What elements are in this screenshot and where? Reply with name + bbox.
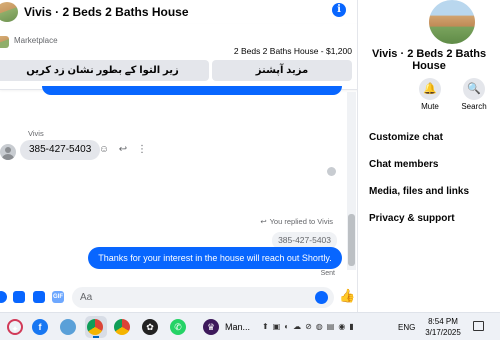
chat-title[interactable]: Vivis · 2 Beds 2 Baths House — [24, 5, 189, 19]
previous-message-bubble — [42, 86, 342, 95]
menu-customize-chat[interactable]: Customize chat — [369, 132, 443, 143]
chrome-icon[interactable] — [114, 319, 130, 335]
bell-icon: 🔔 — [419, 78, 441, 100]
message-actions: ☺ ↩ ⋮ — [98, 144, 148, 155]
search-icon: 🔍 — [463, 78, 485, 100]
app-icon[interactable]: ✦ — [7, 319, 23, 335]
gif-icon[interactable]: GIF — [52, 291, 64, 303]
premier-league-icon[interactable]: ♛ — [203, 319, 219, 335]
message-composer: GIF Aa 👍 — [0, 284, 357, 310]
taskbar-app-label[interactable]: Man... — [225, 322, 250, 332]
message-status: Sent — [320, 270, 335, 277]
scrollbar-thumb[interactable] — [348, 214, 355, 266]
clock[interactable]: 8:54 PM 3/17/2025 — [422, 316, 464, 338]
conversation-name: Vivis · 2 Beds 2 Baths House — [371, 48, 487, 72]
react-icon[interactable]: ☺ — [98, 144, 110, 155]
conversation-photo[interactable] — [429, 0, 475, 44]
mute-label: Mute — [421, 102, 439, 111]
messenger-window: Vivis · 2 Beds 2 Baths House i Marketpla… — [0, 0, 500, 312]
info-icon[interactable]: i — [332, 3, 346, 17]
mark-pending-button[interactable]: زیر التوا کے بطور نشان زد کریں — [0, 60, 209, 81]
conversation-details-panel: Vivis · 2 Beds 2 Baths House 🔔 Mute 🔍 Se… — [358, 0, 500, 312]
listing-title[interactable]: 2 Beds 2 Baths House - $1,200 — [234, 46, 352, 56]
outgoing-message[interactable]: Thanks for your interest in the house wi… — [88, 247, 342, 269]
seen-avatar — [327, 167, 336, 176]
image-icon[interactable] — [13, 291, 25, 303]
listing-thumbnail[interactable] — [0, 2, 18, 22]
reply-context: ↩ You replied to Vivis — [260, 217, 333, 226]
game-icon[interactable] — [60, 319, 76, 335]
notification-icon[interactable] — [473, 321, 484, 331]
marketplace-thumbnail — [0, 36, 9, 48]
plus-icon[interactable] — [0, 291, 7, 303]
search-label: Search — [461, 102, 487, 111]
clock-date: 3/17/2025 — [425, 328, 461, 337]
emoji-icon[interactable] — [315, 291, 328, 304]
chrome-icon[interactable] — [87, 319, 103, 335]
chat-header: Vivis · 2 Beds 2 Baths House i — [0, 0, 357, 24]
message-sender-name: Vivis — [28, 129, 44, 138]
facebook-icon[interactable]: f — [32, 319, 48, 335]
chat-pane: Vivis · 2 Beds 2 Baths House i Marketpla… — [0, 0, 358, 312]
incoming-message[interactable]: 385-427-5403 — [20, 140, 101, 160]
marketplace-label: Marketplace — [14, 36, 58, 45]
like-icon[interactable]: 👍 — [339, 288, 355, 304]
language-indicator[interactable]: ENG — [398, 323, 415, 332]
chatgpt-icon[interactable]: ✿ — [142, 319, 158, 335]
system-tray-icons[interactable]: ⬆▣◐☁⊘◍▤◉▮ — [262, 322, 358, 331]
chat-scrollbar[interactable] — [347, 92, 356, 270]
sticker-icon[interactable] — [33, 291, 45, 303]
reply-icon[interactable]: ↩ — [117, 144, 129, 155]
whatsapp-icon[interactable]: ✆ — [170, 319, 186, 335]
menu-media-files-links[interactable]: Media, files and links — [369, 186, 469, 197]
menu-privacy-support[interactable]: Privacy & support — [369, 213, 455, 224]
marketplace-banner: Marketplace 2 Beds 2 Baths House - $1,20… — [0, 24, 357, 90]
avatar[interactable] — [0, 144, 16, 160]
more-options-button[interactable]: مزید آپشنز — [212, 60, 352, 81]
reply-arrow-icon: ↩ — [260, 217, 267, 226]
menu-chat-members[interactable]: Chat members — [369, 159, 438, 170]
search-button[interactable]: 🔍 Search — [454, 78, 494, 111]
message-input[interactable]: Aa — [72, 287, 334, 308]
taskbar: ✦ f ✿ ✆ ♛ Man... ⬆▣◐☁⊘◍▤◉▮ ENG 8:54 PM 3… — [0, 312, 500, 340]
mute-button[interactable]: 🔔 Mute — [410, 78, 450, 111]
reply-context-text: You replied to Vivis — [269, 217, 333, 226]
more-icon[interactable]: ⋮ — [136, 144, 148, 155]
clock-time: 8:54 PM — [428, 317, 458, 326]
